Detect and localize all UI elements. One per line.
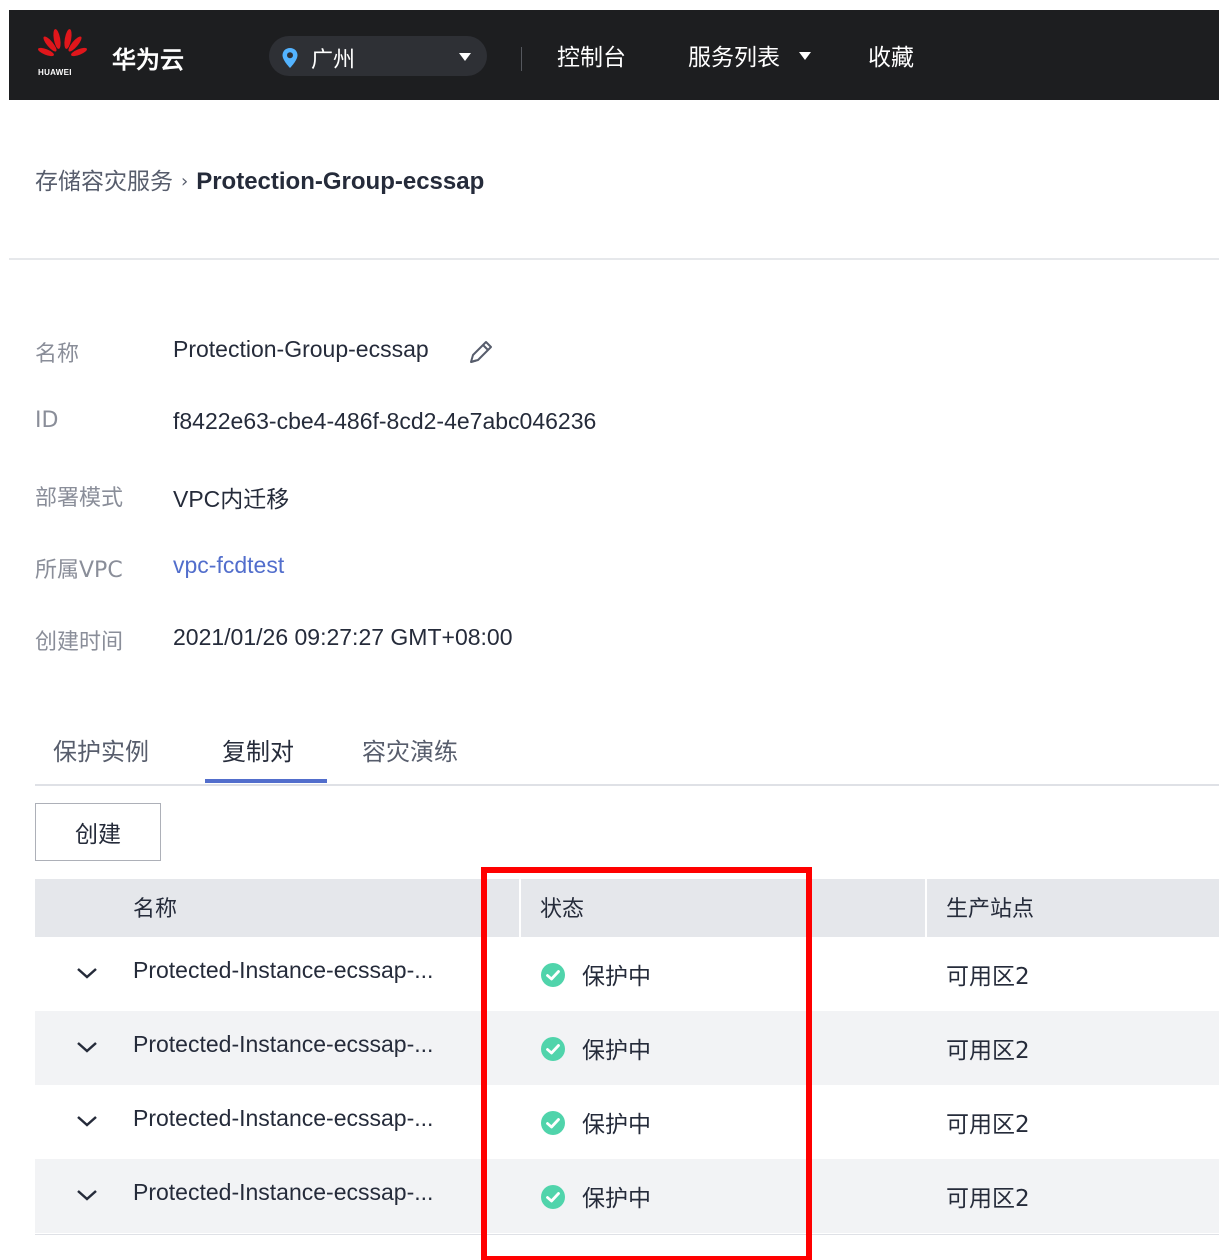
expand-chevron-icon[interactable] (75, 1039, 99, 1055)
chevron-down-icon (799, 52, 811, 60)
detail-mode-value: VPC内迁移 (173, 486, 290, 512)
cell-site: 可用区2 (946, 1112, 1030, 1138)
top-nav-bar: HUAWEI 华为云 广州 控制台 服务列表 收藏 (9, 10, 1219, 100)
column-divider (925, 879, 927, 937)
tab-replication-pairs[interactable]: 复制对 (222, 732, 294, 786)
vpc-link[interactable]: vpc-fcdtest (173, 552, 284, 579)
tab-protected-instances[interactable]: 保护实例 (53, 732, 149, 786)
detail-id-value: f8422e63-cbe4-486f-8cd2-4e7abc046236 (173, 408, 597, 434)
status-column-highlight (481, 867, 812, 1260)
tab-dr-drills[interactable]: 容灾演练 (362, 732, 458, 786)
region-label: 广州 (311, 48, 356, 73)
huawei-logo[interactable]: HUAWEI (37, 28, 89, 82)
nav-favorites[interactable]: 收藏 (868, 38, 914, 72)
nav-divider (521, 47, 522, 71)
detail-label: 创建时间 (35, 630, 124, 655)
brand-name[interactable]: 华为云 (112, 40, 184, 75)
huawei-logo-icon (38, 29, 87, 57)
breadcrumb-separator: › (181, 171, 189, 192)
region-selector[interactable]: 广州 (269, 36, 487, 76)
expand-chevron-icon[interactable] (75, 1113, 99, 1129)
detail-label: 部署模式 (35, 486, 124, 511)
cell-name[interactable]: Protected-Instance-ecssap-... (133, 1031, 433, 1058)
column-header-name[interactable]: 名称 (133, 891, 177, 923)
expand-chevron-icon[interactable] (75, 965, 99, 981)
cell-site: 可用区2 (946, 1186, 1030, 1212)
header-divider (9, 258, 1219, 260)
tab-bar: 保护实例 复制对 容灾演练 (35, 730, 1219, 786)
create-button[interactable]: 创建 (35, 803, 161, 861)
cell-name[interactable]: Protected-Instance-ecssap-... (133, 1179, 433, 1206)
active-tab-indicator (205, 779, 327, 783)
detail-name-value: Protection-Group-ecssap (173, 336, 429, 362)
logo-wordmark: HUAWEI (38, 68, 72, 77)
cell-site: 可用区2 (946, 964, 1030, 990)
cell-site: 可用区2 (946, 1038, 1030, 1064)
location-pin-icon (282, 48, 298, 68)
breadcrumb-parent[interactable]: 存储容灾服务 (35, 169, 173, 195)
cell-name[interactable]: Protected-Instance-ecssap-... (133, 1105, 433, 1132)
chevron-down-icon (459, 53, 471, 61)
breadcrumb: 存储容灾服务 › Protection-Group-ecssap (35, 162, 485, 195)
cell-name[interactable]: Protected-Instance-ecssap-... (133, 957, 433, 984)
detail-label: 所属VPC (35, 558, 123, 583)
column-header-site[interactable]: 生产站点 (946, 891, 1034, 923)
detail-label: ID (35, 408, 59, 433)
nav-console[interactable]: 控制台 (557, 38, 626, 72)
detail-created-value: 2021/01/26 09:27:27 GMT+08:00 (173, 624, 513, 650)
expand-chevron-icon[interactable] (75, 1187, 99, 1203)
breadcrumb-current: Protection-Group-ecssap (196, 168, 485, 195)
edit-pencil-icon[interactable] (467, 338, 495, 366)
nav-service-list[interactable]: 服务列表 (688, 38, 780, 72)
detail-label: 名称 (35, 342, 80, 367)
